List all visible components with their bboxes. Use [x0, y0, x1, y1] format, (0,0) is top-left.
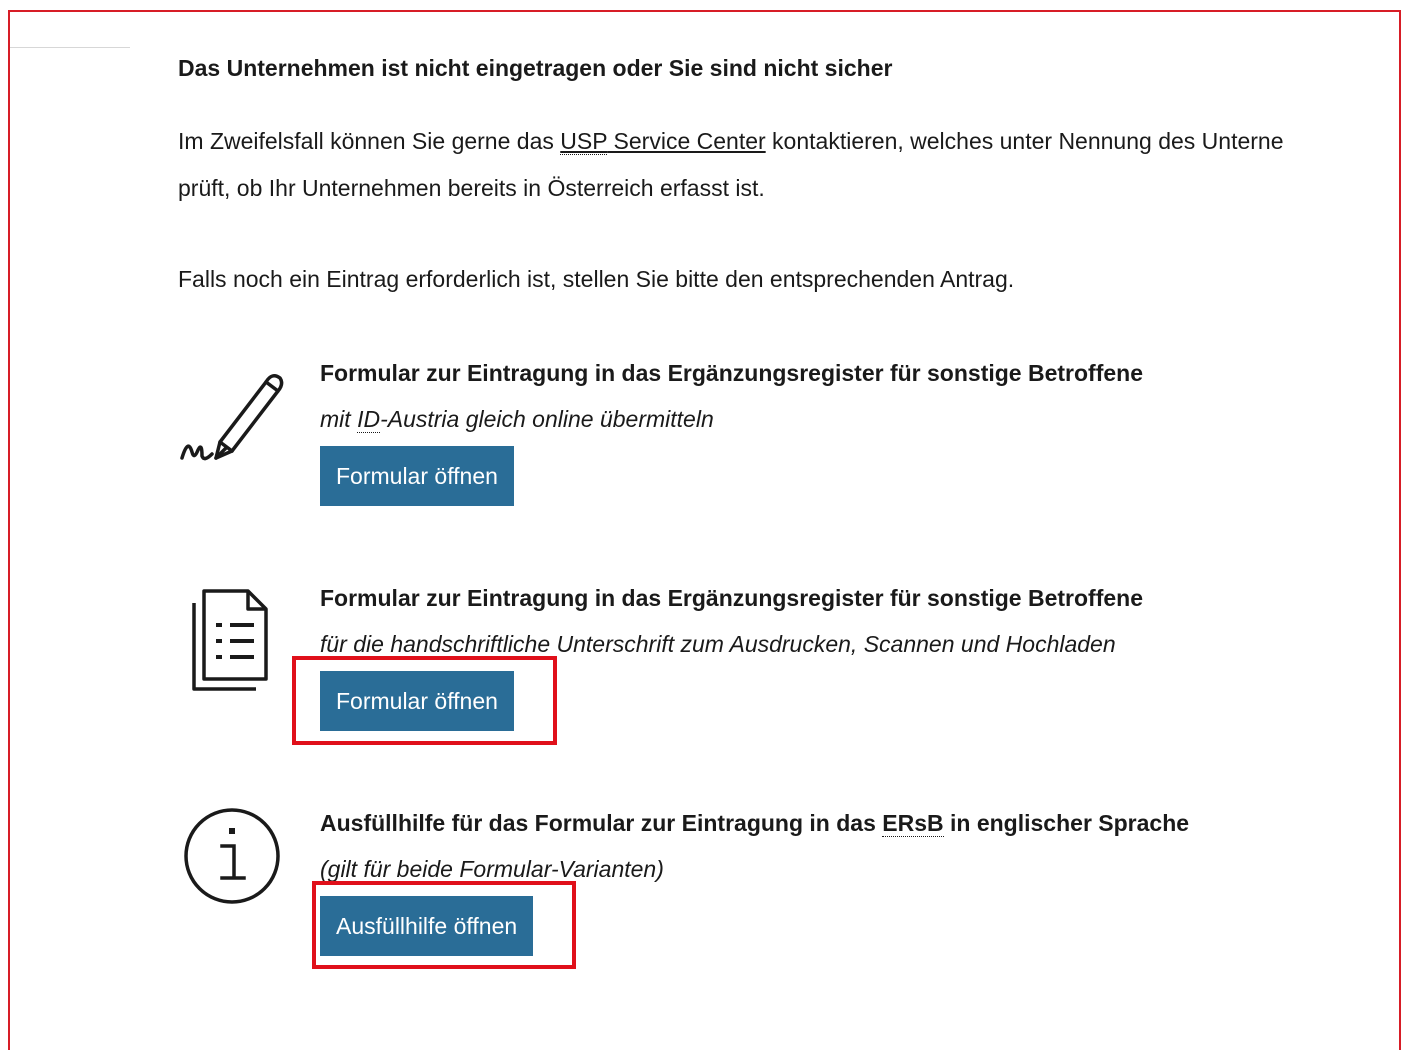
usp-abbr: USP [560, 128, 608, 155]
filling-aid-subtitle: (gilt für beide Formular-Varianten) [320, 856, 664, 882]
print-form-title: Formular zur Eintragung in das Ergänzung… [320, 585, 1143, 611]
usp-link-rest: Service Center [607, 128, 766, 154]
online-form-body: Formular zur Eintragung in das Ergänzung… [320, 358, 1143, 506]
online-form-subtitle: mit ID-Austria gleich online übermitteln [320, 404, 1143, 434]
filling-aid-title-start: Ausfüllhilfe für das Formular zur Eintra… [320, 810, 883, 836]
highlight-box-filling-aid [312, 881, 576, 969]
section-heading: Das Unternehmen ist nicht eingetragen od… [178, 55, 893, 81]
ersb-abbr: ERsB [882, 810, 944, 837]
info-icon [178, 808, 288, 928]
content-frame: Das Unternehmen ist nicht eingetragen od… [8, 10, 1401, 1050]
top-divider [10, 47, 130, 48]
online-form-subtitle-end: -Austria gleich online übermitteln [380, 406, 714, 432]
intro-text: Im Zweifelsfall können Sie gerne das USP… [178, 118, 1399, 212]
hint-text: Falls noch ein Eintrag erforderlich ist,… [178, 266, 1015, 292]
pen-signature-icon [178, 358, 288, 478]
document-list-icon [178, 583, 288, 703]
filling-aid-title: Ausfüllhilfe für das Formular zur Eintra… [320, 808, 1189, 838]
intro-text-after-link: kontaktieren, welches unter Nennung des … [765, 128, 1284, 154]
filling-aid-title-end: in englischer Sprache [943, 810, 1190, 836]
print-form-subtitle: für die handschriftliche Unterschrift zu… [320, 631, 1116, 657]
online-form-subtitle-start: mit [320, 406, 358, 432]
intro-text-before-link: Im Zweifelsfall können Sie gerne das [178, 128, 561, 154]
online-form-block: Formular zur Eintragung in das Ergänzung… [178, 358, 1378, 528]
usp-service-center-link[interactable]: USP Service Center [560, 128, 766, 155]
intro-text-line2: prüft, ob Ihr Unternehmen bereits in Öst… [178, 175, 765, 201]
open-online-form-button[interactable]: Formular öffnen [320, 446, 514, 506]
highlight-box-print-form [292, 656, 557, 745]
id-abbr: ID [357, 406, 381, 433]
online-form-title: Formular zur Eintragung in das Ergänzung… [320, 360, 1143, 386]
